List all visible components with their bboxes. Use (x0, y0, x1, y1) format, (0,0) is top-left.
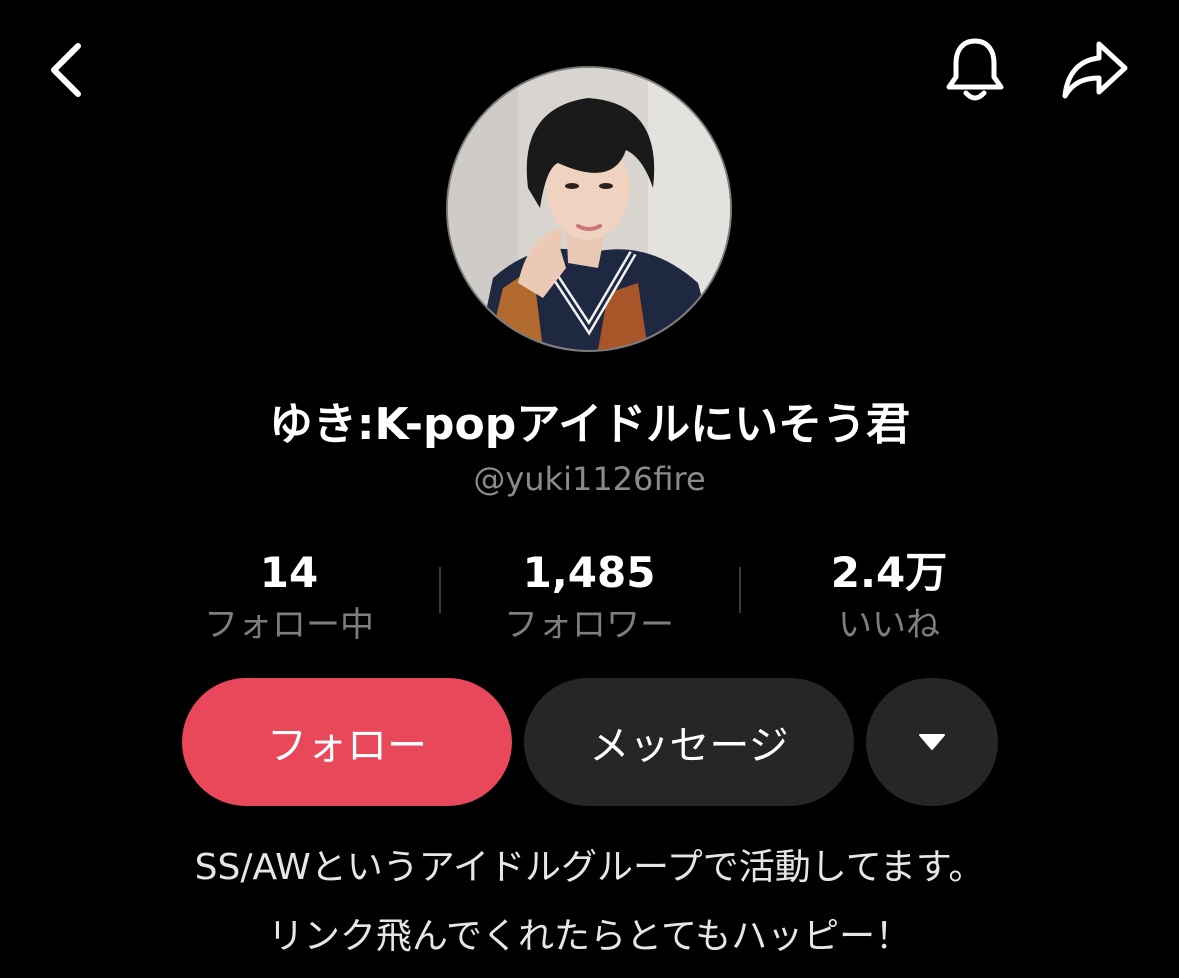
share-arrow-icon (1062, 41, 1128, 99)
bio-line: リンク飛んでくれたらとてもハッピー！ (267, 916, 912, 957)
message-button-label: メッセージ (589, 723, 789, 769)
chevron-left-icon (51, 43, 81, 97)
bell-icon (946, 38, 1004, 101)
stat-followers-value: 1,485 (522, 548, 656, 597)
profile-handle: @yuki1126fire (473, 460, 706, 498)
avatar[interactable] (446, 66, 732, 352)
stat-likes[interactable]: 2.4万 いいね (739, 545, 1039, 649)
follow-button-label: フォロー (267, 723, 427, 769)
back-button[interactable] (30, 30, 102, 110)
share-button[interactable] (1050, 28, 1140, 112)
stat-followers-label: フォロワー (504, 605, 674, 645)
stat-likes-value: 2.4万 (830, 548, 948, 597)
stat-following[interactable]: 14 フォロー中 (139, 545, 439, 649)
bio-line: SS/AWというアイドルグループで活動してます。 (194, 847, 985, 888)
caret-down-icon (919, 734, 945, 750)
message-button[interactable]: メッセージ (524, 678, 854, 806)
more-options-button[interactable] (866, 678, 998, 806)
follow-button[interactable]: フォロー (182, 678, 512, 806)
stat-followers[interactable]: 1,485 フォロワー (439, 545, 739, 649)
avatar-photo (448, 68, 730, 350)
profile-display-name: ゆき:K-popアイドルにいそう君 (268, 399, 911, 450)
stat-likes-label: いいね (838, 605, 940, 645)
stat-following-label: フォロー中 (204, 605, 374, 645)
notification-button[interactable] (935, 28, 1015, 112)
stat-following-value: 14 (259, 548, 319, 597)
